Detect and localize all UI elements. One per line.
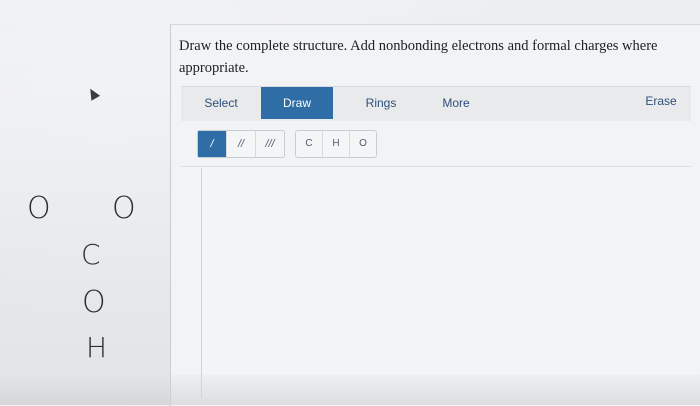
handwritten-atom-o-middle: O	[82, 285, 106, 320]
bond-tool-group: / // ///	[197, 130, 285, 158]
handwritten-atom-c: C	[81, 238, 101, 271]
atom-hydrogen-button[interactable]: H	[323, 131, 350, 157]
tab-draw[interactable]: Draw	[261, 87, 333, 119]
screen-bottom-edge	[0, 375, 700, 405]
double-bond-icon[interactable]: //	[227, 131, 256, 157]
handwritten-atom-o-left: O	[27, 191, 51, 226]
tab-select[interactable]: Select	[191, 87, 251, 119]
mouse-cursor-icon	[85, 86, 101, 101]
handwritten-atom-h: H	[86, 331, 108, 364]
question-prompt: Draw the complete structure. Add nonbond…	[179, 38, 658, 76]
draw-subtoolbar: / // /// C H O	[181, 122, 691, 167]
question-panel: Draw the complete structure. Add nonbond…	[170, 24, 700, 406]
drawing-toolbar: Select Draw Rings More Erase	[181, 86, 691, 121]
single-bond-icon[interactable]: /	[198, 131, 227, 157]
triple-bond-icon[interactable]: ///	[256, 131, 284, 157]
atom-tool-group: C H O	[295, 130, 377, 158]
drawing-canvas[interactable]	[201, 168, 692, 398]
atom-oxygen-button[interactable]: O	[350, 131, 376, 157]
handwritten-atom-o-right: O	[112, 191, 136, 226]
tab-rings[interactable]: Rings	[351, 87, 411, 119]
tab-more[interactable]: More	[426, 87, 486, 119]
tab-erase[interactable]: Erase	[633, 85, 689, 117]
atom-carbon-button[interactable]: C	[296, 131, 323, 157]
